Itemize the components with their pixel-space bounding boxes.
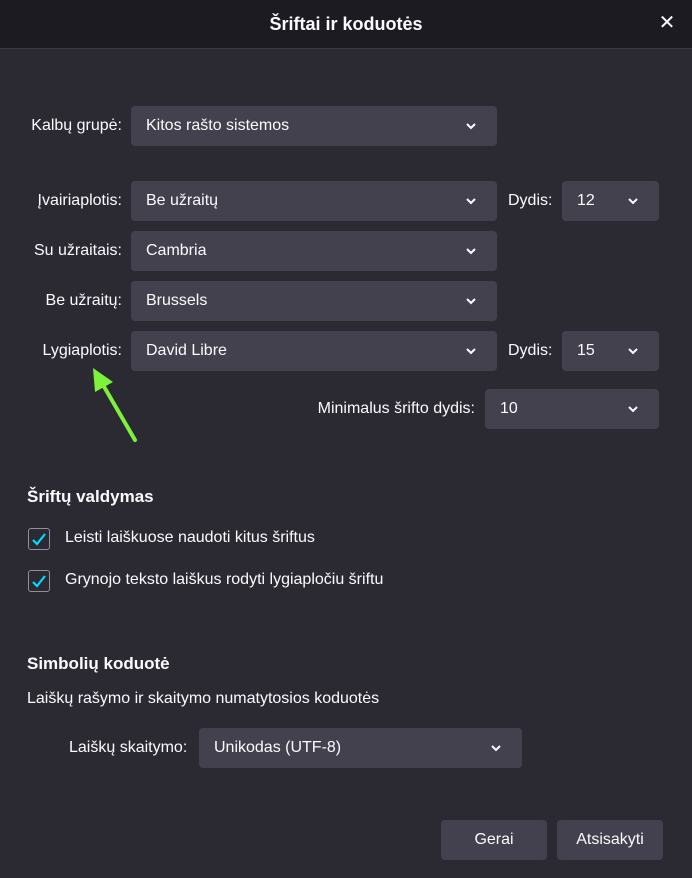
chevron-down-icon [466,248,476,255]
proportional-size-label: Dydis: [508,192,553,209]
dialog-title: Šriftai ir koduotės [269,14,423,34]
monospace-label: Lygiaplotis: [42,342,122,359]
monospace-select[interactable]: David Libre [131,331,497,371]
allow-fonts-checkbox[interactable] [28,528,50,550]
monospace-size-label: Dydis: [508,342,553,359]
chevron-down-icon [628,198,638,205]
annotation-arrow-icon [93,368,137,442]
cancel-button[interactable]: Atsisakyti [557,820,663,860]
proportional-label: Įvairiaplotis: [37,192,122,209]
chevron-down-icon [628,348,638,355]
monospace-size-value: 15 [577,342,595,359]
monospace-size-select[interactable]: 15 [562,331,659,371]
chevron-down-icon [628,406,638,413]
min-font-label: Minimalus šrifto dydis: [317,400,475,417]
ok-button[interactable]: Gerai [441,820,547,860]
sans-serif-value: Brussels [146,292,208,309]
reading-encoding-label: Laiškų skaitymo: [69,739,188,756]
checkmark-icon [32,575,46,588]
proportional-value: Be užraitų [146,192,219,209]
encoding-description: Laiškų rašymo ir skaitymo numatytosios k… [27,690,380,707]
font-control-heading: Šriftų valdymas [27,487,154,506]
chevron-down-icon [491,745,501,752]
chevron-down-icon [466,123,476,130]
chevron-down-icon [466,348,476,355]
reading-encoding-value: Unikodas (UTF-8) [214,739,342,756]
encoding-heading: Simbolių koduotė [27,654,170,673]
language-group-label: Kalbų grupė: [31,117,122,134]
allow-fonts-label[interactable]: Leisti laiškuose naudoti kitus šriftus [65,529,315,547]
proportional-select[interactable]: Be užraitų [131,181,497,221]
min-font-select[interactable]: 10 [485,389,659,429]
chevron-down-icon [466,298,476,305]
plain-text-monospace-label[interactable]: Grynojo teksto laiškus rodyti lygiaploči… [65,571,383,589]
serif-label: Su užraitais: [33,242,122,259]
sans-serif-select[interactable]: Brussels [131,281,497,321]
dialog-titlebar: Šriftai ir koduotės ✕ [0,0,692,49]
close-icon[interactable]: ✕ [656,12,678,34]
reading-encoding-select[interactable]: Unikodas (UTF-8) [199,728,522,768]
serif-value: Cambria [146,242,207,259]
language-group-select[interactable]: Kitos rašto sistemos [131,106,497,146]
min-font-value: 10 [500,400,518,417]
chevron-down-icon [466,198,476,205]
plain-text-monospace-checkbox[interactable] [28,570,50,592]
proportional-size-value: 12 [577,192,595,209]
proportional-size-select[interactable]: 12 [562,181,659,221]
language-group-value: Kitos rašto sistemos [146,117,290,134]
monospace-value: David Libre [146,342,227,359]
sans-serif-label: Be užraitų: [45,292,122,309]
checkmark-icon [32,533,46,546]
serif-select[interactable]: Cambria [131,231,497,271]
